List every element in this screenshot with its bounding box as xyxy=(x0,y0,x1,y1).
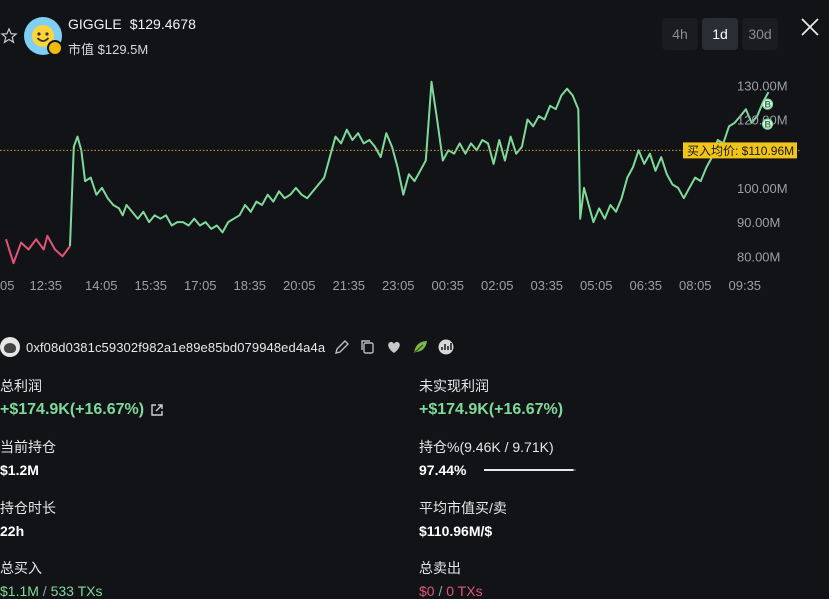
holding-duration-label: 持仓时长 xyxy=(0,500,56,516)
x-tick-label: 03:35 xyxy=(531,278,564,293)
total-buy-sep: / xyxy=(38,583,51,599)
total-sell-value: $0 / 0 TXs xyxy=(419,583,483,599)
timeframe-4h[interactable]: 4h xyxy=(662,18,698,50)
avg-mcap-value: $110.96M/$ xyxy=(419,523,493,539)
x-tick-label: 12:35 xyxy=(30,278,63,293)
external-link-icon[interactable] xyxy=(150,403,164,417)
x-tick-label: 09:35 xyxy=(729,278,762,293)
x-tick-label: 20:05 xyxy=(283,278,316,293)
total-sell-txs: 0 TXs xyxy=(446,583,483,599)
star-icon[interactable] xyxy=(0,27,18,45)
total-buy-txs: 533 TXs xyxy=(50,583,103,599)
x-tick-label: 21:35 xyxy=(333,278,366,293)
x-tick-label: 05:05 xyxy=(580,278,613,293)
total-buy-value: $1.1M / 533 TXs xyxy=(0,583,102,599)
x-tick-label: 05 xyxy=(0,278,14,293)
stat-total-buy: 总买入 $1.1M / 533 TXs xyxy=(0,558,102,599)
close-icon[interactable] xyxy=(799,16,821,38)
y-tick-label: 100.00M xyxy=(737,181,788,196)
chain-badge-icon xyxy=(47,40,63,56)
x-tick-label: 17:05 xyxy=(184,278,217,293)
total-sell-label: 总卖出 xyxy=(419,560,461,576)
buy-marker-label: B xyxy=(765,100,772,110)
holding-progress-bar xyxy=(484,469,577,471)
stat-total-sell: 总卖出 $0 / 0 TXs xyxy=(419,558,483,599)
current-position-value: $1.2M xyxy=(0,462,39,478)
x-tick-label: 14:05 xyxy=(85,278,118,293)
holding-pct-label: 持仓%(9.46K / 9.71K) xyxy=(419,439,554,455)
x-tick-label: 23:05 xyxy=(382,278,415,293)
price-series-1 xyxy=(69,80,770,247)
avg-buy-label: 买入均价: $110.96M xyxy=(687,144,794,158)
heart-icon[interactable] xyxy=(385,338,403,356)
x-tick-label: 15:35 xyxy=(135,278,168,293)
token-header: GIGGLE $129.4678 市值 $129.5M 4h 1d 30d xyxy=(0,0,829,70)
current-position-label: 当前持仓 xyxy=(0,439,56,455)
timeframe-selector: 4h 1d 30d xyxy=(662,18,778,50)
unrealized-profit-value: +$174.9K(+16.67%) xyxy=(419,401,564,418)
x-tick-label: 08:05 xyxy=(679,278,712,293)
total-profit-label: 总利润 xyxy=(0,378,42,394)
token-price: $129.4678 xyxy=(129,16,196,32)
market-cap: 市值 $129.5M xyxy=(68,39,148,58)
holding-pct-value: 97.44% xyxy=(419,462,577,478)
unrealized-profit-label: 未实现利润 xyxy=(419,378,489,394)
price-chart: 买入均价: $110.96M130.00M120.00M100.00M90.00… xyxy=(0,78,800,293)
analytics-icon[interactable] xyxy=(437,338,455,356)
total-profit-amount: +$174.9K(+16.67%) xyxy=(0,401,145,418)
x-tick-label: 00:35 xyxy=(432,278,465,293)
y-tick-label: 90.00M xyxy=(737,215,780,230)
y-tick-label: 130.00M xyxy=(737,78,788,93)
market-cap-label: 市值 xyxy=(68,42,95,57)
copy-icon[interactable] xyxy=(359,338,377,356)
stat-total-profit: 总利润 +$174.9K(+16.67%) xyxy=(0,376,164,419)
total-buy-label: 总买入 xyxy=(0,560,42,576)
stat-unrealized-profit: 未实现利润 +$174.9K(+16.67%) xyxy=(419,376,563,419)
token-symbol: GIGGLE xyxy=(68,16,122,32)
holding-pct-amount: 97.44% xyxy=(419,462,467,478)
total-profit-value: +$174.9K(+16.67%) xyxy=(0,401,164,419)
stat-avg-mcap: 平均市值买/卖 $110.96M/$ xyxy=(419,498,507,539)
token-logo xyxy=(24,17,63,56)
token-title: GIGGLE $129.4678 xyxy=(68,16,196,32)
total-sell-sep: / xyxy=(434,583,447,599)
avg-mcap-label: 平均市值买/卖 xyxy=(419,500,507,516)
edit-icon[interactable] xyxy=(333,338,351,356)
wallet-address[interactable]: 0xf08d0381c59302f982a1e89e85bd079948ed4a… xyxy=(26,340,325,355)
wallet-avatar xyxy=(0,337,20,357)
stat-current-position: 当前持仓 $1.2M xyxy=(0,437,56,478)
total-sell-amount: $0 xyxy=(419,583,435,599)
x-tick-label: 18:35 xyxy=(234,278,267,293)
y-tick-label: 80.00M xyxy=(737,249,780,264)
stat-holding-duration: 持仓时长 22h xyxy=(0,498,56,539)
total-buy-amount: $1.1M xyxy=(0,583,39,599)
x-tick-label: 02:05 xyxy=(481,278,514,293)
buy-marker-label: B xyxy=(765,120,772,130)
x-tick-label: 06:35 xyxy=(630,278,663,293)
timeframe-30d[interactable]: 30d xyxy=(742,18,778,50)
stat-holding-pct: 持仓%(9.46K / 9.71K) 97.44% xyxy=(419,437,577,478)
timeframe-1d[interactable]: 1d xyxy=(702,18,738,50)
price-series-0 xyxy=(5,234,71,265)
market-cap-value: $129.5M xyxy=(97,42,149,57)
leaf-icon[interactable] xyxy=(411,338,429,356)
wallet-row: 0xf08d0381c59302f982a1e89e85bd079948ed4a… xyxy=(0,336,455,358)
holding-duration-value: 22h xyxy=(0,523,25,539)
